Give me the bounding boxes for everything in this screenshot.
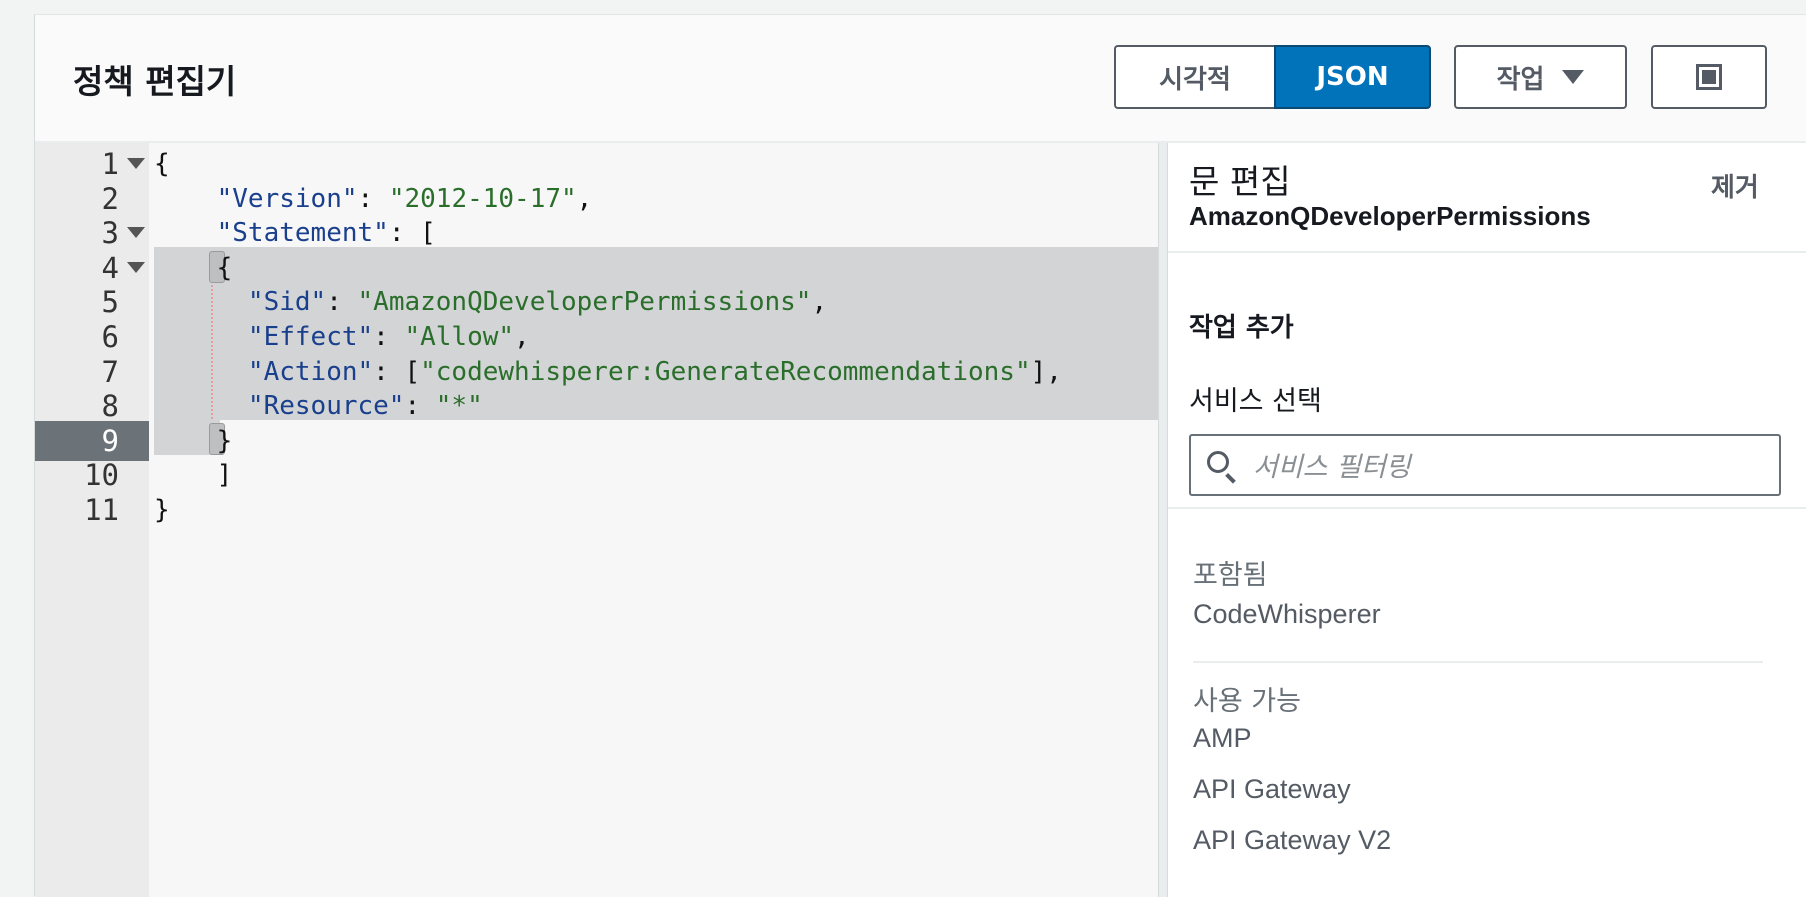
search-icon	[1207, 451, 1229, 473]
fold-toggle-icon[interactable]	[127, 158, 145, 169]
editor-header: 정책 편집기 시각적 JSON 작업	[35, 15, 1806, 143]
service-item-codewhisperer[interactable]: CodeWhisperer	[1193, 599, 1381, 630]
remove-statement-button[interactable]: 제거	[1711, 167, 1759, 204]
json-code-editor[interactable]: 1{2 "Version": "2012-10-17", 3 "Statement…	[35, 143, 1158, 897]
view-toggle: 시각적 JSON	[1114, 45, 1431, 109]
statement-editor-title: 문 편집	[1189, 162, 1291, 201]
add-actions-title: 작업 추가	[1189, 313, 1294, 343]
actions-dropdown-button[interactable]: 작업	[1454, 45, 1627, 109]
service-select-label: 서비스 선택	[1189, 386, 1322, 417]
available-title: 사용 가능	[1193, 686, 1301, 717]
caret-down-icon	[1562, 70, 1585, 84]
fullscreen-icon	[1696, 64, 1722, 90]
list-divider	[1193, 661, 1763, 663]
panel-resize-handle[interactable]	[1158, 143, 1168, 897]
code-line[interactable]: 11}	[35, 490, 1158, 530]
fold-toggle-icon[interactable]	[127, 227, 145, 239]
page-title: 정책 편집기	[73, 62, 237, 101]
visual-tab[interactable]: 시각적	[1114, 45, 1274, 109]
service-filter-input[interactable]	[1251, 444, 1775, 490]
json-tab[interactable]: JSON	[1274, 45, 1431, 109]
code-text: }	[154, 495, 170, 525]
fold-toggle-icon[interactable]	[127, 261, 145, 273]
included-title: 포함됨	[1193, 560, 1268, 591]
actions-label: 작업	[1496, 64, 1545, 95]
section-divider	[1168, 507, 1806, 509]
fullscreen-button[interactable]	[1651, 45, 1767, 109]
service-item-amp[interactable]: AMP	[1193, 723, 1252, 754]
statement-name: AmazonQDeveloperPermissions	[1189, 201, 1591, 231]
service-item-api-gateway-v2[interactable]: API Gateway V2	[1193, 825, 1391, 856]
policy-editor-panel: 정책 편집기 시각적 JSON 작업 1{2 "Version": "2012-…	[34, 14, 1806, 897]
line-number: 11	[84, 493, 119, 527]
service-filter-field[interactable]	[1189, 434, 1781, 496]
service-item-api-gateway[interactable]: API Gateway	[1193, 774, 1351, 805]
statement-header: 문 편집 AmazonQDeveloperPermissions 제거	[1168, 143, 1806, 253]
statement-editor-panel: 문 편집 AmazonQDeveloperPermissions 제거 작업 추…	[1168, 143, 1806, 897]
